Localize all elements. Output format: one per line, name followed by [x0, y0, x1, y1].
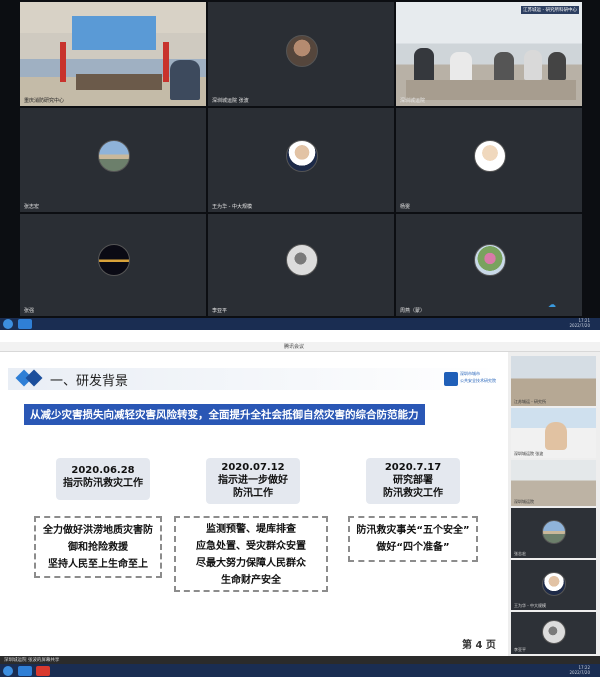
avatar — [98, 244, 130, 276]
logo-text: 公共安全技术研究院 — [460, 378, 496, 383]
page-number: 第 4 页 — [462, 640, 496, 651]
avatar — [286, 35, 318, 67]
avatar — [286, 140, 318, 172]
participant-name: 周燕（蒙） — [400, 308, 426, 314]
corner-label: 江苏城运 - 研究所科研中心 — [521, 6, 579, 14]
window-title-bar: 腾讯会议 — [0, 342, 600, 352]
measure-line: 尽最大努力保障人民群众 — [196, 558, 306, 569]
participant-name: 王为华 - 中大规模 — [212, 204, 252, 210]
meeting-app-icon[interactable] — [18, 666, 32, 676]
video-tile-4[interactable]: 张志宏 — [20, 108, 206, 212]
measures-box: 防汛救灾事关“五个安全” 做好“四个准备” — [348, 516, 478, 562]
meeting-table — [406, 80, 576, 100]
share-status-label: 深圳城运院 张波的屏幕共享 — [4, 658, 60, 663]
measure-line: 应急处置、受灾群众安置 — [196, 541, 306, 552]
participant-name: 王为华 - 中大规模 — [514, 603, 546, 608]
conference-table — [76, 74, 162, 90]
wps-icon[interactable] — [36, 666, 50, 676]
person — [170, 60, 200, 100]
person — [524, 50, 542, 80]
avatar — [474, 244, 506, 276]
date-subtitle: 防汛工作 — [233, 488, 273, 499]
person — [545, 422, 567, 450]
taskbar-top: 17:21 2022/7/20 — [0, 318, 600, 330]
video-tile-1[interactable]: 重庆消防研究中心 — [20, 2, 206, 106]
sidebar-tile-5[interactable]: 王为华 - 中大规模 — [511, 560, 596, 610]
start-icon[interactable] — [3, 666, 13, 676]
avatar — [542, 572, 566, 596]
start-icon[interactable] — [3, 319, 13, 329]
shared-slide: 一、研发背景 深圳市城市 公共安全技术研究院 从减少灾害损失向减轻灾害风险转变，… — [0, 352, 508, 652]
video-tile-6[interactable]: 杨雯 — [396, 108, 582, 212]
taskbar-bottom: 17:22 2022/7/20 — [0, 664, 600, 677]
date-subtitle: 指示防汛救灾工作 — [63, 478, 143, 489]
measure-line: 生命财产安全 — [221, 575, 281, 586]
video-tile-7[interactable]: 张强 — [20, 214, 206, 316]
measure-line: 全力做好洪涝地质灾害防 — [43, 525, 153, 536]
video-tile-9[interactable]: 周燕（蒙） ☁ — [396, 214, 582, 316]
video-tile-3[interactable]: 江苏城运 - 研究所科研中心 深圳城运院 — [396, 2, 582, 106]
video-tile-8[interactable]: 李亚平 — [208, 214, 394, 316]
measure-line: 监测预警、堤库排查 — [206, 524, 296, 535]
date-card: 2020.06.28 指示防汛救灾工作 — [56, 458, 150, 500]
logo-text: 深圳市城市 — [460, 371, 480, 376]
participant-name: 江苏城运 - 研究所 — [514, 399, 546, 404]
separator — [0, 330, 600, 342]
institute-logo: 深圳市城市 公共安全技术研究院 — [444, 370, 500, 388]
sidebar-tile-2[interactable]: 深圳城运院 张波 — [511, 408, 596, 458]
participant-name: 杨雯 — [400, 204, 411, 210]
date-card: 2020.07.12 指示进一步做好 防汛工作 — [206, 458, 300, 504]
key-message-banner: 从减少灾害损失向减轻灾害风险转变，全面提升全社会抵御自然灾害的综合防范能力 — [24, 404, 425, 425]
participant-name: 李亚平 — [514, 647, 526, 652]
date: 2020.06.28 — [71, 465, 135, 476]
sidebar-tile-1[interactable]: 江苏城运 - 研究所 — [511, 356, 596, 406]
date-subtitle: 指示进一步做好 — [218, 475, 288, 486]
person — [414, 48, 434, 82]
participant-name: 深圳城运院 — [514, 499, 534, 504]
flag — [60, 42, 66, 82]
measure-line: 做好“四个准备” — [376, 542, 450, 553]
avatar — [474, 140, 506, 172]
participant-name: 张强 — [24, 308, 35, 314]
video-tile-5[interactable]: 王为华 - 中大规模 — [208, 108, 394, 212]
date-subtitle: 防汛救灾工作 — [383, 488, 443, 499]
participant-name: 张志宏 — [24, 204, 40, 210]
measures-box: 全力做好洪涝地质灾害防 御和抢险救援 坚持人民至上生命至上 — [34, 516, 162, 578]
window-title: 腾讯会议 — [284, 344, 305, 350]
taskbar-date: 2022/7/20 — [569, 670, 590, 675]
meeting-app-icon[interactable] — [18, 319, 32, 329]
flag — [163, 42, 169, 82]
participant-name: 深圳城运院 张波 — [212, 98, 249, 104]
measure-line: 坚持人民至上生命至上 — [48, 559, 148, 570]
video-tile-2[interactable]: 深圳城运院 张波 — [208, 2, 394, 106]
participant-name: 张志宏 — [514, 551, 526, 556]
participant-name: 深圳城运院 张波 — [514, 451, 544, 456]
person — [548, 52, 566, 80]
logo-icon — [444, 372, 458, 386]
participant-name: 深圳城运院 — [400, 98, 426, 104]
person — [494, 52, 514, 82]
date: 2020.7.17 — [384, 462, 442, 473]
measure-line: 防汛救灾事关“五个安全” — [356, 525, 470, 536]
banner-screen — [72, 16, 156, 50]
avatar — [542, 520, 566, 544]
avatar — [542, 620, 566, 644]
measures-box: 监测预警、堤库排查 应急处置、受灾群众安置 尽最大努力保障人民群众 生命财产安全 — [174, 516, 328, 592]
share-status-bar: 深圳城运院 张波的屏幕共享 — [0, 656, 600, 664]
measure-line: 御和抢险救援 — [68, 542, 128, 553]
cloud-icon: ☁ — [548, 300, 556, 309]
person — [450, 52, 472, 82]
avatar — [98, 140, 130, 172]
date: 2020.07.12 — [221, 462, 285, 473]
sidebar-tile-6[interactable]: 李亚平 — [511, 612, 596, 654]
section-title: 一、研发背景 — [50, 374, 129, 389]
taskbar-date: 2022/7/20 — [569, 323, 590, 328]
sidebar-tile-4[interactable]: 张志宏 — [511, 508, 596, 558]
sidebar-tile-3[interactable]: 深圳城运院 — [511, 460, 596, 506]
date-subtitle: 研究部署 — [393, 475, 433, 486]
date-card: 2020.7.17 研究部署 防汛救灾工作 — [366, 458, 460, 504]
participant-name: 李亚平 — [212, 308, 228, 314]
participant-name: 重庆消防研究中心 — [24, 98, 65, 104]
avatar — [286, 244, 318, 276]
